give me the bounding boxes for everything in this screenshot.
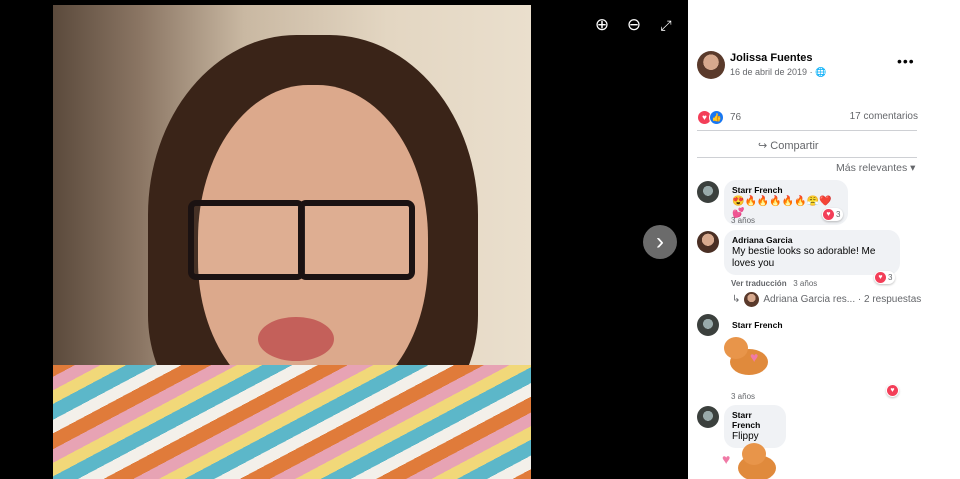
comment-text: My bestie looks so adorable! Me loves yo… xyxy=(732,246,876,269)
photo-glasses-right xyxy=(298,200,415,280)
corgi-heart-sticker: ♥ xyxy=(724,337,774,381)
reaction-count: 76 xyxy=(730,112,742,123)
reaction-summary[interactable]: ♥ 👍 76 xyxy=(697,110,741,125)
comment-author[interactable]: Starr French xyxy=(732,410,778,430)
comment-author[interactable]: Starr French xyxy=(732,320,783,330)
zoom-in-icon[interactable]: ⊕ xyxy=(589,12,615,38)
photo-shirt xyxy=(53,365,531,479)
fullscreen-icon[interactable]: ⤢ xyxy=(653,12,679,38)
share-button[interactable]: ↪ Compartir xyxy=(758,139,819,152)
photo-viewer: ⊕ ⊖ ⤢ › xyxy=(0,0,688,479)
chevron-right-icon: › xyxy=(656,228,664,255)
comment-meta: Ver traducción 3 años xyxy=(731,279,817,288)
post-panel: Jolissa Fuentes 16 de abril de 2019 · 🌐 … xyxy=(688,0,960,479)
sort-label: Más relevantes xyxy=(836,162,908,174)
sticker-dog-head xyxy=(724,337,748,359)
comment-bubble: Adriana Garcia My bestie looks so adorab… xyxy=(724,230,900,275)
comment-reaction-badge[interactable]: ♥ 3 xyxy=(822,208,844,221)
comment-time[interactable]: 3 años xyxy=(793,279,817,288)
comment-text: Flippy xyxy=(732,431,759,442)
heart-icon: ♥ xyxy=(875,272,886,283)
translate-link[interactable]: Ver traducción xyxy=(731,279,787,288)
commenter-avatar[interactable] xyxy=(697,181,719,203)
comment-reaction-badge[interactable]: ♥ xyxy=(886,384,899,397)
post-date[interactable]: 16 de abril de 2019 · 🌐 xyxy=(730,67,826,78)
comment-reaction-badge[interactable]: ♥ 3 xyxy=(874,271,896,284)
share-label: Compartir xyxy=(770,140,819,152)
post-date-text[interactable]: 16 de abril de 2019 xyxy=(730,67,807,77)
photo-glasses-left xyxy=(188,200,305,280)
comments-count[interactable]: 17 comentarios xyxy=(850,111,918,122)
comment-author[interactable]: Starr French xyxy=(732,185,840,195)
author-name[interactable]: Jolissa Fuentes xyxy=(730,52,813,64)
view-replies-link[interactable]: ↳ Adriana Garcia res... · 2 respuestas xyxy=(732,292,921,307)
post-photo xyxy=(53,5,531,479)
sticker-heart: ♥ xyxy=(750,349,759,365)
divider-bottom xyxy=(697,157,917,158)
heart-icon: ♥ xyxy=(823,209,834,220)
share-icon: ↪ xyxy=(758,140,768,152)
heart-icon: ♥ xyxy=(887,385,898,396)
commenter-avatar[interactable] xyxy=(697,406,719,428)
reply-arrow-icon: ↳ xyxy=(732,294,741,305)
sticker-dog-head xyxy=(742,443,766,465)
globe-icon: 🌐 xyxy=(815,67,827,77)
sort-dropdown[interactable]: Más relevantes ▾ xyxy=(836,162,915,174)
comment-time[interactable]: 3 años xyxy=(731,392,755,401)
reply-count: · 2 respuestas xyxy=(857,294,922,305)
reply-author: Adriana Garcia res... xyxy=(763,294,856,305)
caret-down-icon: ▾ xyxy=(910,162,916,174)
divider-top xyxy=(697,130,917,131)
comment-time[interactable]: 3 años xyxy=(731,216,755,225)
author-avatar[interactable] xyxy=(697,51,725,79)
commenter-avatar[interactable] xyxy=(697,314,719,336)
photo-lips xyxy=(258,317,334,361)
commenter-avatar[interactable] xyxy=(697,231,719,253)
like-reaction-icon: 👍 xyxy=(709,110,724,125)
comment-reaction-count: 3 xyxy=(836,210,841,219)
next-photo-button[interactable]: › xyxy=(643,225,677,259)
comment-author[interactable]: Adriana Garcia xyxy=(732,235,892,245)
more-options-icon[interactable]: ••• xyxy=(897,53,915,69)
reply-avatar xyxy=(744,292,760,307)
comment-reaction-count: 3 xyxy=(888,273,893,282)
corgi-sticker: ♥ xyxy=(722,443,776,479)
comment-bubble: Starr French Flippy xyxy=(724,405,786,448)
zoom-out-icon[interactable]: ⊖ xyxy=(621,12,647,38)
sticker-heart: ♥ xyxy=(722,451,731,467)
